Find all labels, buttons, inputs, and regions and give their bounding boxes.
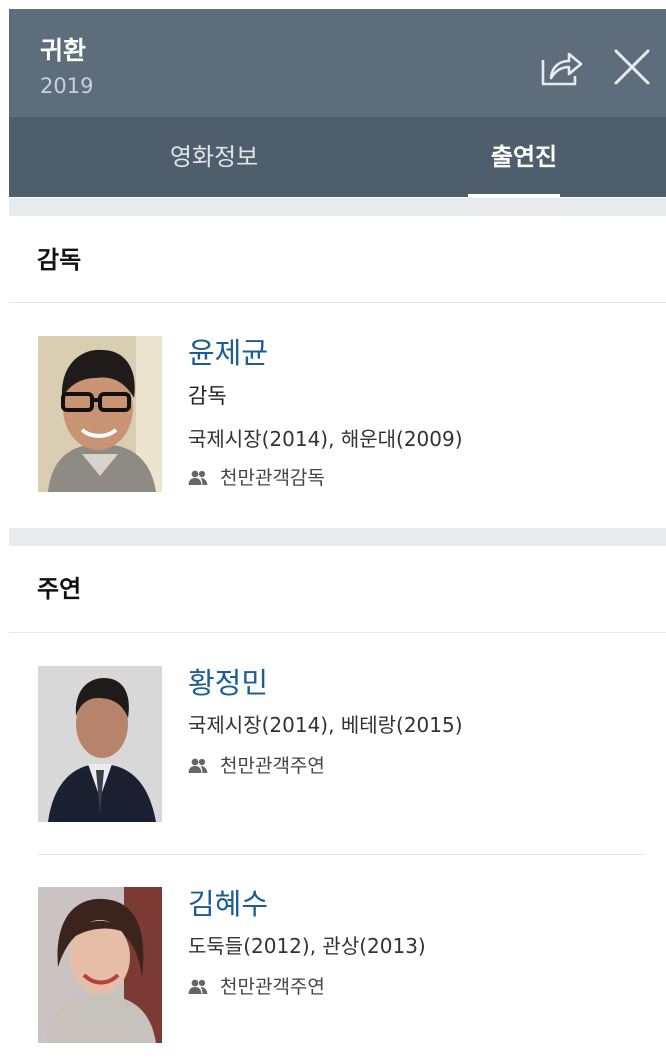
person-works: 국제시장(2014), 베테랑(2015)	[188, 713, 463, 737]
divider	[9, 632, 666, 633]
section-separator	[9, 528, 666, 546]
people-icon	[188, 758, 208, 773]
divider	[9, 302, 666, 303]
divider	[38, 854, 645, 855]
close-icon[interactable]	[611, 46, 653, 88]
person-photo[interactable]	[38, 666, 162, 822]
people-icon	[188, 470, 208, 485]
people-icon	[188, 979, 208, 994]
active-tab-indicator	[468, 194, 560, 197]
person-photo[interactable]	[38, 336, 162, 492]
person-role: 감독	[188, 384, 227, 408]
section-title-main-cast: 주연	[37, 575, 82, 603]
tab-cast[interactable]: 출연진	[464, 117, 584, 197]
app-header: 귀환 2019	[9, 9, 666, 117]
badge-label: 천만관객감독	[220, 467, 325, 489]
section-separator	[9, 198, 666, 216]
person-name-link[interactable]: 황정민	[188, 666, 268, 700]
person-card-director[interactable]: 윤제균 감독 국제시장(2014), 해운대(2009) 천만관객감독	[38, 336, 648, 496]
person-photo[interactable]	[38, 887, 162, 1043]
section-title-director: 감독	[37, 246, 82, 274]
movie-year: 2019	[40, 74, 94, 98]
person-card-cast[interactable]: 황정민 국제시장(2014), 베테랑(2015) 천만관객주연	[38, 666, 648, 826]
badge-label: 천만관객주연	[220, 755, 325, 777]
tab-movie-info[interactable]: 영화정보	[139, 117, 289, 197]
person-works: 국제시장(2014), 해운대(2009)	[188, 427, 463, 451]
person-works: 도둑들(2012), 관상(2013)	[188, 934, 426, 958]
badge-label: 천만관객주연	[220, 976, 325, 998]
movie-title: 귀환	[40, 36, 87, 65]
tab-bar: 영화정보 출연진	[9, 117, 666, 197]
person-name-link[interactable]: 김혜수	[188, 887, 268, 921]
person-name-link[interactable]: 윤제균	[188, 336, 268, 370]
share-icon[interactable]	[538, 44, 584, 90]
person-card-cast[interactable]: 김혜수 도둑들(2012), 관상(2013) 천만관객주연	[38, 887, 648, 1047]
